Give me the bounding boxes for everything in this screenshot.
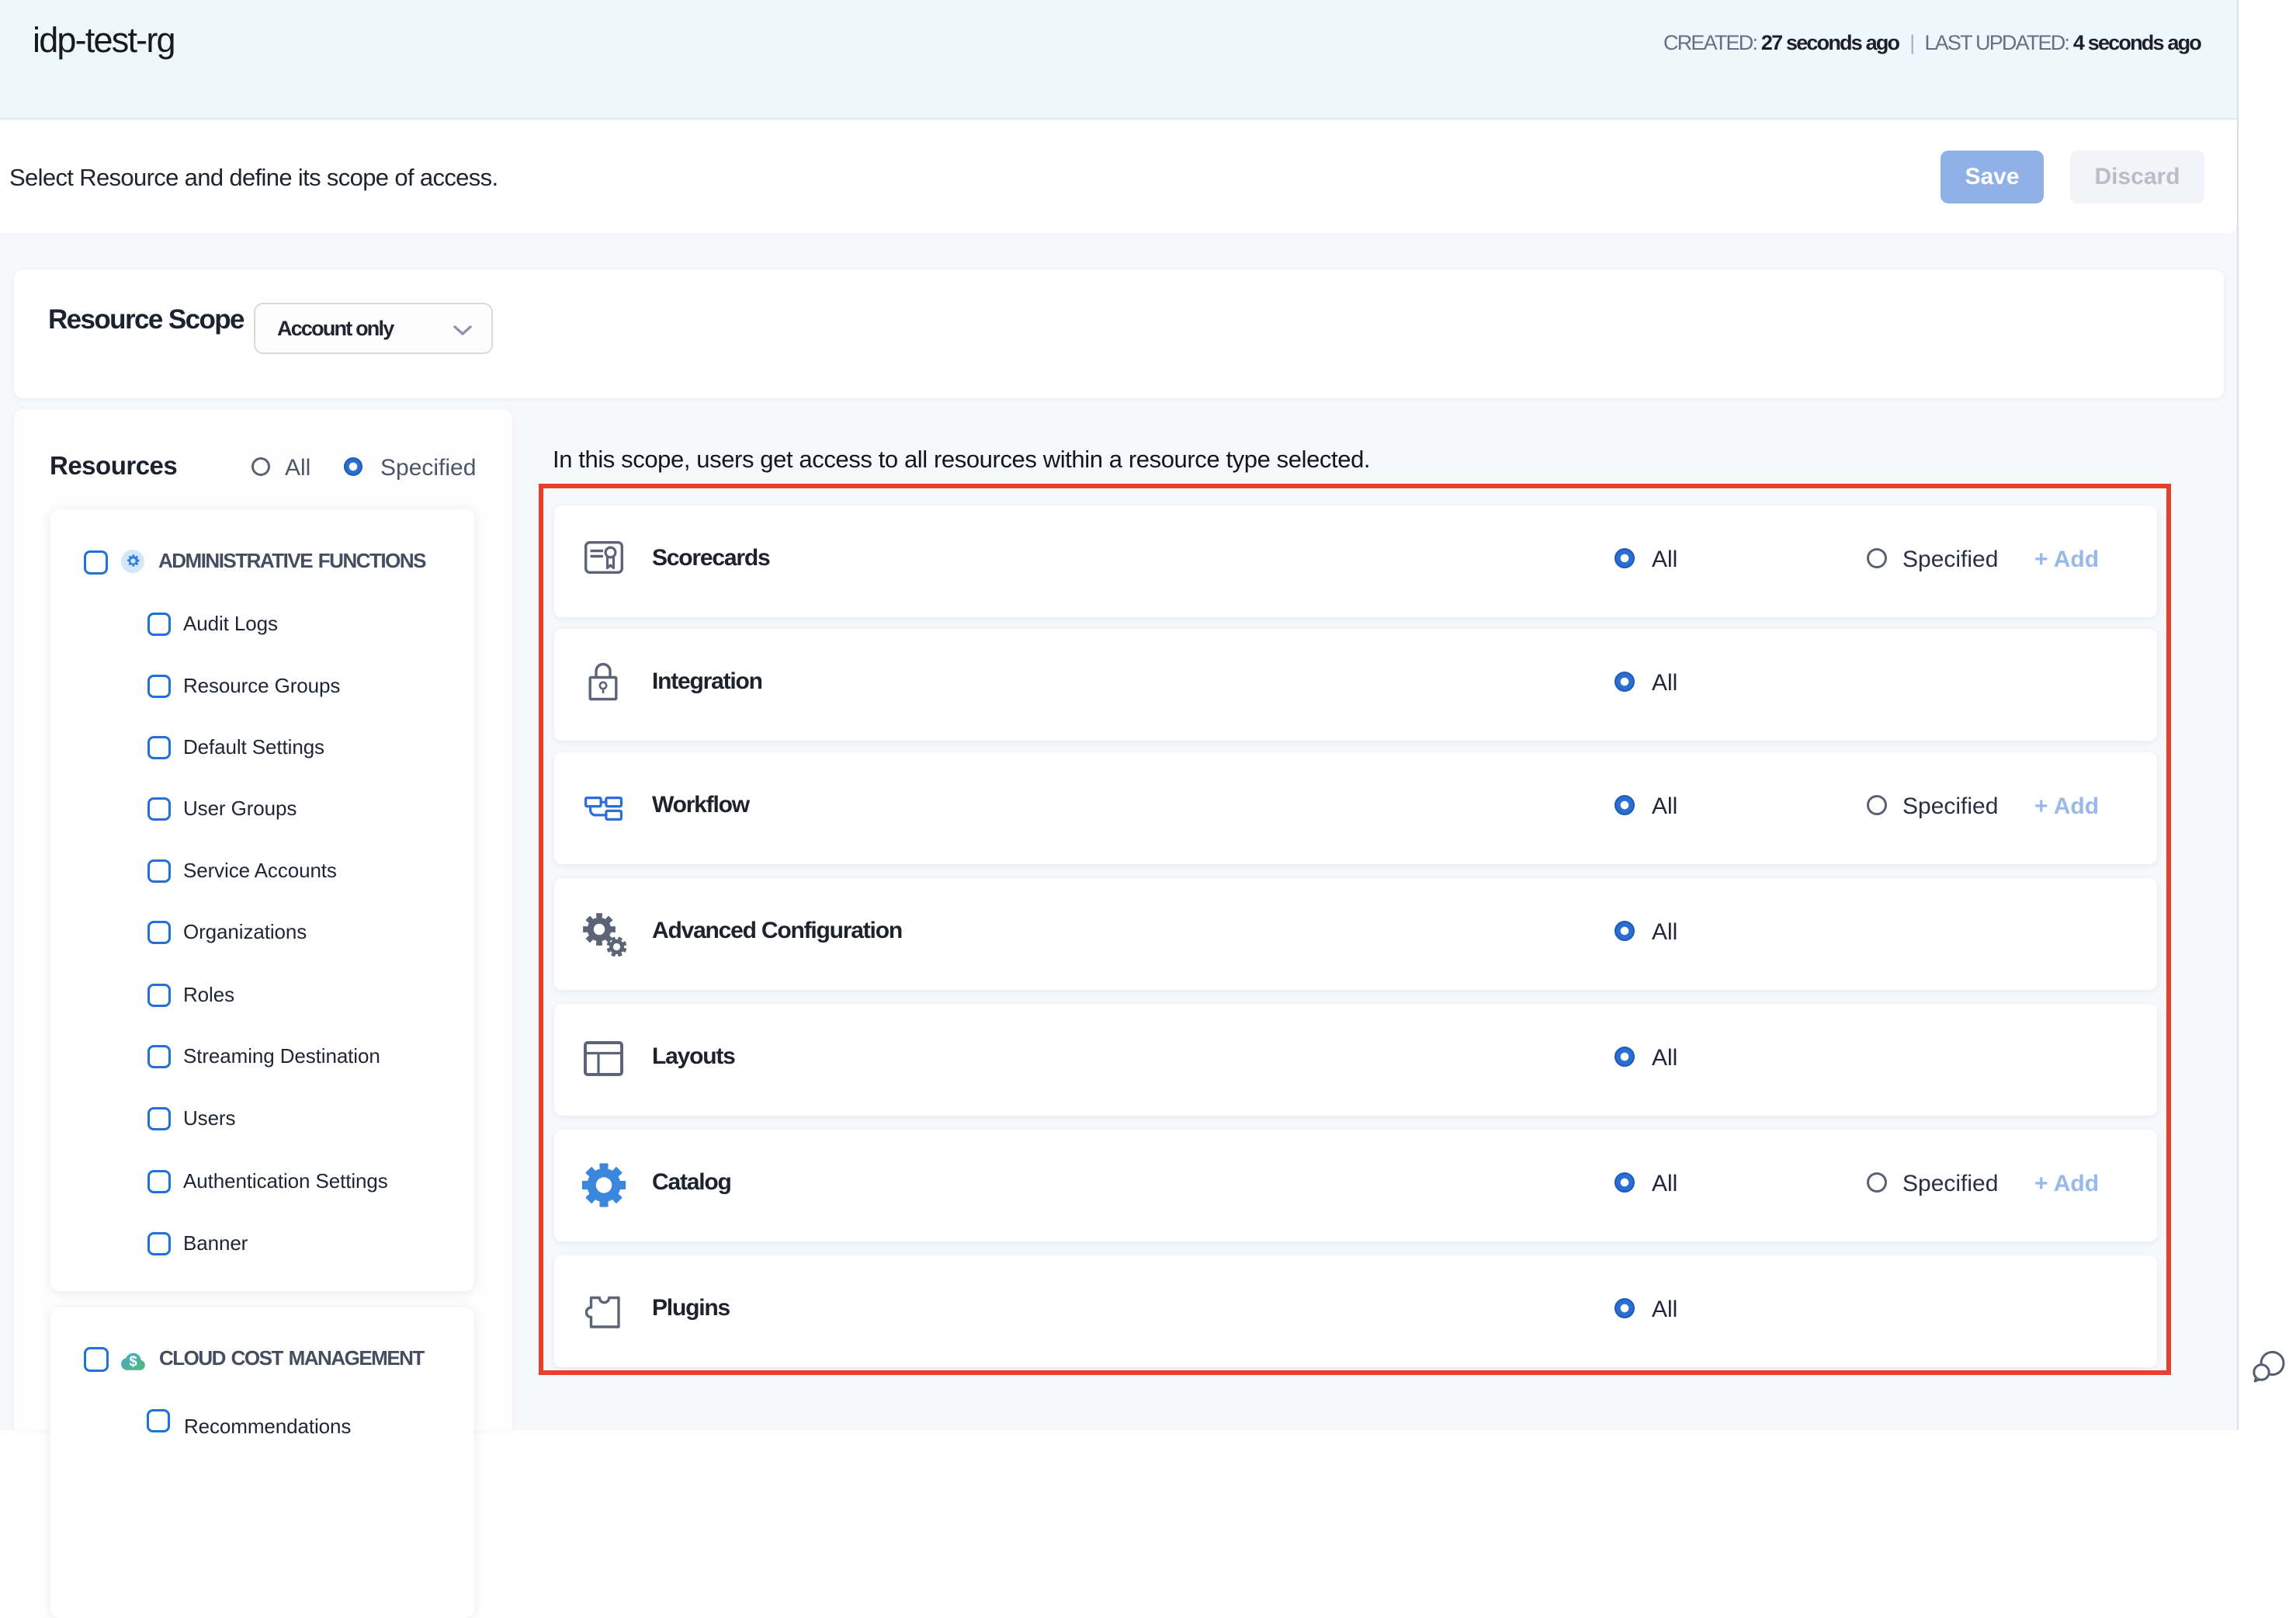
- svg-text:$: $: [129, 1353, 137, 1370]
